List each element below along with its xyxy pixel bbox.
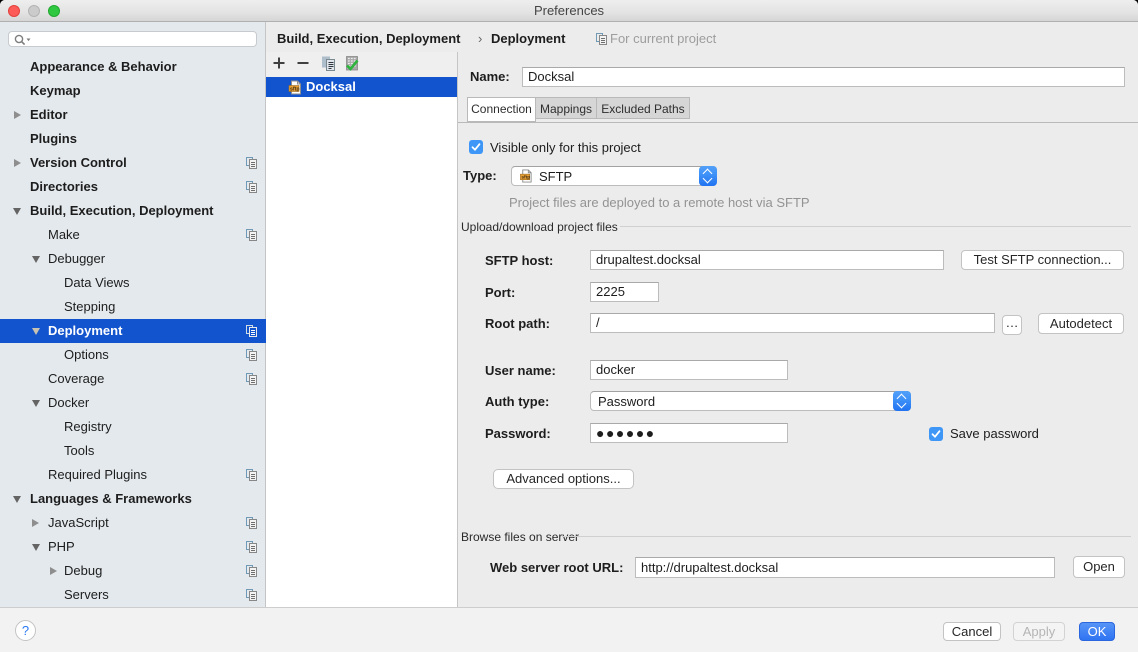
svg-text:sftp: sftp [290,86,300,92]
svg-text:sftp: sftp [521,175,530,181]
